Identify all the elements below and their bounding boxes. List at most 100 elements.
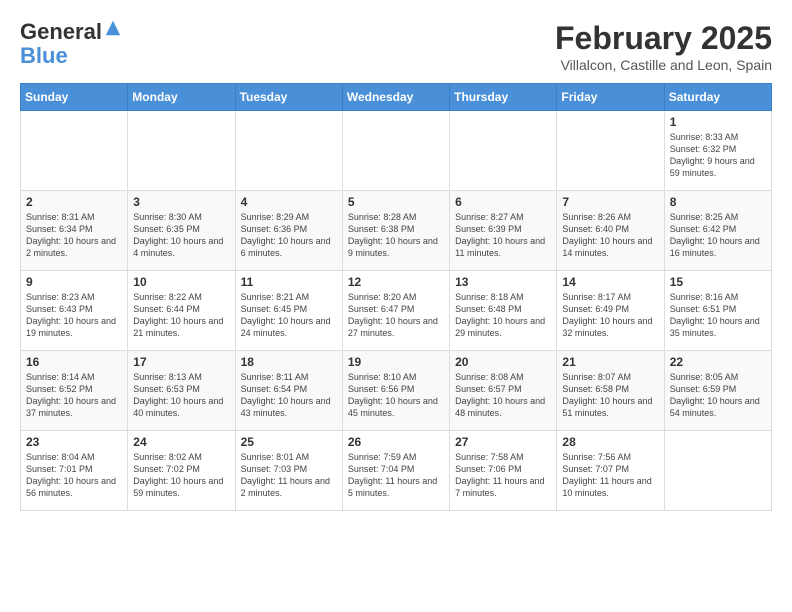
day-number: 9 [26, 275, 122, 289]
calendar-cell: 21Sunrise: 8:07 AM Sunset: 6:58 PM Dayli… [557, 351, 664, 431]
day-number: 3 [133, 195, 229, 209]
calendar-cell: 13 Sunrise: 8:18 AM Sunset: 6:48 PM Dayli… [450, 271, 557, 351]
calendar-cell: 25 Sunrise: 8:01 AM Sunset: 7:03 PM Dayli… [235, 431, 342, 511]
day-number: 1 [670, 115, 766, 129]
calendar-table: SundayMondayTuesdayWednesdayThursdayFrid… [20, 83, 772, 511]
calendar-cell [128, 111, 235, 191]
day-number: 16 [26, 355, 122, 369]
calendar-cell: 10 Sunrise: 8:22 AM Sunset: 6:44 PM Dayli… [128, 271, 235, 351]
day-info: Sunrise: 8:23 AM Sunset: 6:43 PM Dayligh… [26, 291, 122, 340]
calendar-cell: 22 Sunrise: 8:05 AM Sunset: 6:59 PM Dayli… [664, 351, 771, 431]
header: General Blue February 2025 Villalcon, Ca… [20, 20, 772, 73]
day-info: Sunrise: 8:14 AM Sunset: 6:52 PM Dayligh… [26, 371, 122, 420]
calendar-week-row: 2Sunrise: 8:31 AM Sunset: 6:34 PM Daylig… [21, 191, 772, 271]
calendar-cell: 12Sunrise: 8:20 AM Sunset: 6:47 PM Dayli… [342, 271, 449, 351]
day-info: Sunrise: 8:33 AM Sunset: 6:32 PM Dayligh… [670, 131, 766, 180]
calendar-cell: 11 Sunrise: 8:21 AM Sunset: 6:45 PM Dayli… [235, 271, 342, 351]
day-info: Sunrise: 8:02 AM Sunset: 7:02 PM Dayligh… [133, 451, 229, 500]
day-info: Sunrise: 8:21 AM Sunset: 6:45 PM Dayligh… [241, 291, 337, 340]
calendar-week-row: 16 Sunrise: 8:14 AM Sunset: 6:52 PM Dayli… [21, 351, 772, 431]
calendar-cell: 2Sunrise: 8:31 AM Sunset: 6:34 PM Daylig… [21, 191, 128, 271]
day-number: 8 [670, 195, 766, 209]
weekday-header-friday: Friday [557, 84, 664, 111]
day-number: 27 [455, 435, 551, 449]
calendar-cell [21, 111, 128, 191]
calendar-cell: 24 Sunrise: 8:02 AM Sunset: 7:02 PM Dayli… [128, 431, 235, 511]
day-info: Sunrise: 8:29 AM Sunset: 6:36 PM Dayligh… [241, 211, 337, 260]
day-number: 11 [241, 275, 337, 289]
calendar-cell: 6 Sunrise: 8:27 AM Sunset: 6:39 PM Daylig… [450, 191, 557, 271]
day-number: 15 [670, 275, 766, 289]
calendar-cell: 9 Sunrise: 8:23 AM Sunset: 6:43 PM Daylig… [21, 271, 128, 351]
day-info: Sunrise: 8:11 AM Sunset: 6:54 PM Dayligh… [241, 371, 337, 420]
day-info: Sunrise: 7:59 AM Sunset: 7:04 PM Dayligh… [348, 451, 444, 500]
day-number: 22 [670, 355, 766, 369]
calendar-cell [450, 111, 557, 191]
calendar-cell: 17 Sunrise: 8:13 AM Sunset: 6:53 PM Dayli… [128, 351, 235, 431]
weekday-header-saturday: Saturday [664, 84, 771, 111]
day-number: 18 [241, 355, 337, 369]
calendar-cell [557, 111, 664, 191]
calendar-cell: 20 Sunrise: 8:08 AM Sunset: 6:57 PM Dayli… [450, 351, 557, 431]
calendar-cell: 19Sunrise: 8:10 AM Sunset: 6:56 PM Dayli… [342, 351, 449, 431]
day-info: Sunrise: 8:13 AM Sunset: 6:53 PM Dayligh… [133, 371, 229, 420]
day-info: Sunrise: 8:27 AM Sunset: 6:39 PM Dayligh… [455, 211, 551, 260]
day-number: 26 [348, 435, 444, 449]
calendar-cell [664, 431, 771, 511]
calendar-cell: 16 Sunrise: 8:14 AM Sunset: 6:52 PM Dayli… [21, 351, 128, 431]
title-block: February 2025 Villalcon, Castille and Le… [555, 20, 772, 73]
calendar-cell [342, 111, 449, 191]
weekday-header-thursday: Thursday [450, 84, 557, 111]
calendar-cell: 3 Sunrise: 8:30 AM Sunset: 6:35 PM Daylig… [128, 191, 235, 271]
day-number: 6 [455, 195, 551, 209]
logo-text-blue: Blue [20, 43, 68, 68]
day-number: 10 [133, 275, 229, 289]
day-info: Sunrise: 7:56 AM Sunset: 7:07 PM Dayligh… [562, 451, 658, 500]
day-info: Sunrise: 8:30 AM Sunset: 6:35 PM Dayligh… [133, 211, 229, 260]
day-number: 20 [455, 355, 551, 369]
day-number: 19 [348, 355, 444, 369]
day-info: Sunrise: 8:07 AM Sunset: 6:58 PM Dayligh… [562, 371, 658, 420]
day-info: Sunrise: 8:26 AM Sunset: 6:40 PM Dayligh… [562, 211, 658, 260]
day-info: Sunrise: 8:17 AM Sunset: 6:49 PM Dayligh… [562, 291, 658, 340]
day-number: 25 [241, 435, 337, 449]
day-info: Sunrise: 7:58 AM Sunset: 7:06 PM Dayligh… [455, 451, 551, 500]
month-title: February 2025 [555, 20, 772, 57]
calendar-cell: 18 Sunrise: 8:11 AM Sunset: 6:54 PM Dayli… [235, 351, 342, 431]
calendar-cell: 14 Sunrise: 8:17 AM Sunset: 6:49 PM Dayli… [557, 271, 664, 351]
day-info: Sunrise: 8:08 AM Sunset: 6:57 PM Dayligh… [455, 371, 551, 420]
day-info: Sunrise: 8:22 AM Sunset: 6:44 PM Dayligh… [133, 291, 229, 340]
day-number: 17 [133, 355, 229, 369]
calendar-week-row: 1 Sunrise: 8:33 AM Sunset: 6:32 PM Daylig… [21, 111, 772, 191]
location-subtitle: Villalcon, Castille and Leon, Spain [555, 57, 772, 73]
day-info: Sunrise: 8:25 AM Sunset: 6:42 PM Dayligh… [670, 211, 766, 260]
calendar-cell: 1 Sunrise: 8:33 AM Sunset: 6:32 PM Daylig… [664, 111, 771, 191]
weekday-header-wednesday: Wednesday [342, 84, 449, 111]
day-info: Sunrise: 8:01 AM Sunset: 7:03 PM Dayligh… [241, 451, 337, 500]
day-info: Sunrise: 8:18 AM Sunset: 6:48 PM Dayligh… [455, 291, 551, 340]
logo: General Blue [20, 20, 122, 68]
day-number: 7 [562, 195, 658, 209]
day-number: 24 [133, 435, 229, 449]
calendar-cell: 26 Sunrise: 7:59 AM Sunset: 7:04 PM Dayli… [342, 431, 449, 511]
day-number: 14 [562, 275, 658, 289]
calendar-cell: 15Sunrise: 8:16 AM Sunset: 6:51 PM Dayli… [664, 271, 771, 351]
day-info: Sunrise: 8:05 AM Sunset: 6:59 PM Dayligh… [670, 371, 766, 420]
calendar-cell: 23Sunrise: 8:04 AM Sunset: 7:01 PM Dayli… [21, 431, 128, 511]
day-number: 12 [348, 275, 444, 289]
calendar-cell [235, 111, 342, 191]
day-number: 4 [241, 195, 337, 209]
calendar-cell: 7 Sunrise: 8:26 AM Sunset: 6:40 PM Daylig… [557, 191, 664, 271]
weekday-header-row: SundayMondayTuesdayWednesdayThursdayFrid… [21, 84, 772, 111]
weekday-header-monday: Monday [128, 84, 235, 111]
weekday-header-sunday: Sunday [21, 84, 128, 111]
weekday-header-tuesday: Tuesday [235, 84, 342, 111]
day-info: Sunrise: 8:28 AM Sunset: 6:38 PM Dayligh… [348, 211, 444, 260]
day-number: 13 [455, 275, 551, 289]
calendar-cell: 28Sunrise: 7:56 AM Sunset: 7:07 PM Dayli… [557, 431, 664, 511]
day-number: 5 [348, 195, 444, 209]
logo-icon [104, 19, 122, 37]
calendar-cell: 8 Sunrise: 8:25 AM Sunset: 6:42 PM Daylig… [664, 191, 771, 271]
day-number: 2 [26, 195, 122, 209]
calendar-week-row: 23Sunrise: 8:04 AM Sunset: 7:01 PM Dayli… [21, 431, 772, 511]
